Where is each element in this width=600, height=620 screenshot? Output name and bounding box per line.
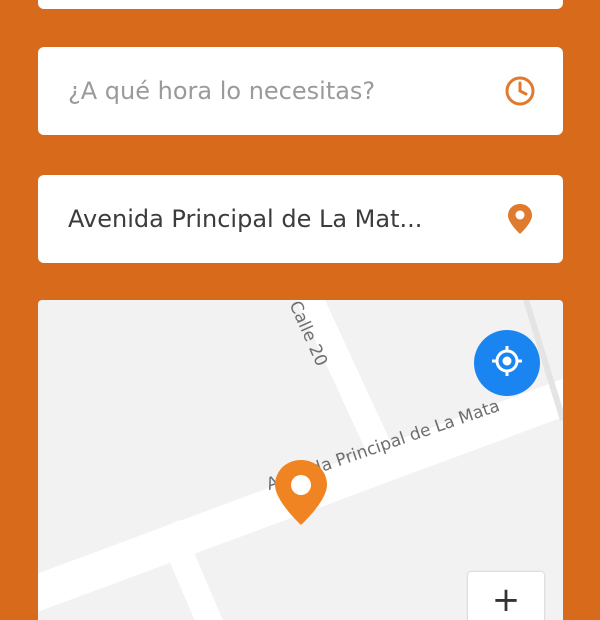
time-placeholder: ¿A qué hora lo necesitas? [68,77,376,105]
previous-field[interactable] [38,0,563,9]
map-marker-pin-icon[interactable] [271,457,331,529]
zoom-in-button[interactable]: + [468,572,544,620]
map-pin-icon[interactable] [503,202,537,236]
map-view[interactable]: Calle 20 Avenida Principal de La Mata + [38,300,563,620]
location-field[interactable]: Avenida Principal de La Mat... [38,175,563,263]
my-location-button[interactable] [474,330,540,396]
clock-icon[interactable] [503,74,537,108]
time-field[interactable]: ¿A qué hora lo necesitas? [38,47,563,135]
crosshair-icon [489,343,525,383]
location-value: Avenida Principal de La Mat... [68,205,423,233]
